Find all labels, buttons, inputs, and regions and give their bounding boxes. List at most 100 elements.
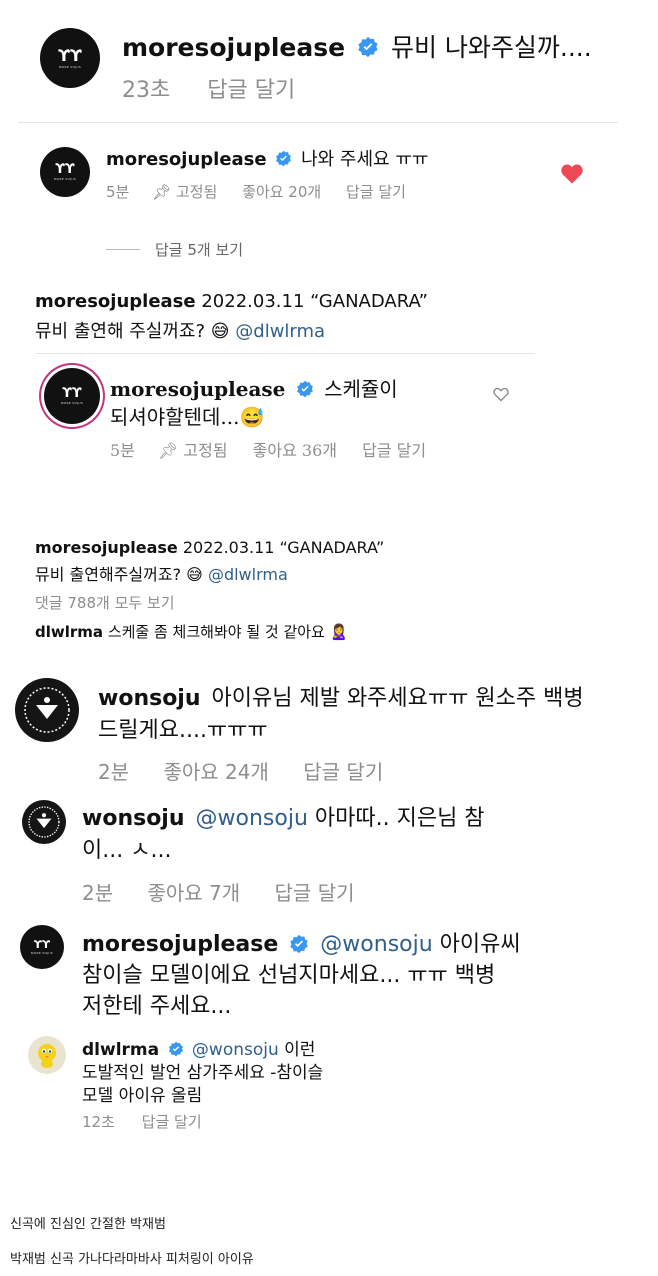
username[interactable]: moresojuplease bbox=[82, 932, 278, 957]
person-emoji: 🙎‍♀️ bbox=[329, 623, 349, 641]
pinned-label: 고정됨 bbox=[183, 441, 228, 460]
timestamp: 23초 bbox=[122, 78, 171, 103]
comment-text-line: 저한테 주세요... bbox=[82, 994, 232, 1019]
avatar-wonsoju[interactable] bbox=[22, 800, 66, 844]
username[interactable]: moresojuplease bbox=[35, 538, 178, 557]
username[interactable]: dlwlrma bbox=[35, 623, 103, 641]
comment-text-line: 이... ㅅ... bbox=[82, 838, 172, 863]
comment-meta: 23초 답글 달기 bbox=[122, 72, 295, 104]
logo-icon: ϒϒ bbox=[55, 162, 75, 177]
timestamp: 5분 bbox=[110, 441, 135, 460]
like-count[interactable]: 좋아요 36개 bbox=[253, 441, 337, 460]
verified-icon bbox=[168, 1041, 183, 1056]
comment-text-line: 참이슬 모델이에요 선넘지마세요... ㅠㅠ 백병 bbox=[82, 963, 496, 988]
mention-link[interactable]: @dlwlrma bbox=[235, 321, 325, 342]
view-all-comments-button[interactable]: 댓글 788개 모두 보기 bbox=[35, 592, 175, 613]
post-header: moresojuplease 2022.03.11 “GANADARA” bbox=[35, 291, 428, 312]
comment-text: 뮤비 나와주실까.... bbox=[390, 33, 592, 62]
post-date: 2022.03.11 “GANADARA” bbox=[182, 538, 385, 557]
avatar-moresojuplease[interactable]: ϒϒ MORE SOJUS bbox=[40, 147, 90, 197]
post-header: moresojuplease 2022.03.11 “GANADARA” bbox=[35, 538, 384, 557]
reply-button[interactable]: 답글 달기 bbox=[303, 760, 383, 784]
view-replies-button[interactable]: 답글 5개 보기 bbox=[155, 239, 243, 260]
comment-text: 아이유씨 bbox=[439, 932, 521, 957]
username[interactable]: moresojuplease bbox=[106, 149, 267, 170]
comment-meta: 2분 좋아요 24개 답글 달기 bbox=[98, 756, 383, 785]
comment-row: moresojuplease @wonsoju 아이유씨 bbox=[82, 926, 521, 958]
avatar-caption: MORE SOJUS bbox=[53, 177, 77, 181]
avatar-caption: MORE SOJUS bbox=[58, 64, 82, 69]
reply-button[interactable]: 답글 달기 bbox=[275, 881, 355, 905]
verified-icon bbox=[276, 150, 292, 167]
reply-row: dlwlrma 스케줄 좀 체크해봐야 될 것 같아요 🙎‍♀️ bbox=[35, 621, 348, 642]
pin-icon: 📌︎ bbox=[152, 183, 172, 201]
comment-text: 나와 주세요 ㅠㅠ bbox=[301, 149, 429, 170]
grinning-sweat-emoji: 😅 bbox=[210, 321, 230, 342]
replies-line bbox=[106, 249, 140, 250]
avatar-moresojuplease[interactable]: ϒϒ MORE SOJUS bbox=[44, 368, 100, 424]
avatar-wonsoju[interactable] bbox=[15, 678, 79, 742]
mention-link[interactable]: @wonsoju bbox=[196, 806, 308, 831]
timestamp: 2분 bbox=[98, 760, 130, 784]
timestamp: 12초 bbox=[82, 1113, 115, 1131]
comment-text: 아이유님 제발 와주세요ㅠㅠ 원소주 백병 bbox=[211, 686, 584, 711]
comment-text-line: 드릴게요....ㅠㅠㅠ bbox=[98, 718, 268, 743]
verified-icon bbox=[296, 380, 313, 398]
comment-text-line: 되셔야할텐데...😅 bbox=[110, 401, 264, 430]
verified-icon bbox=[358, 36, 378, 58]
mention-link[interactable]: @wonsoju bbox=[320, 932, 432, 957]
username[interactable]: moresojuplease bbox=[110, 377, 285, 401]
post-date: 2022.03.11 “GANADARA” bbox=[201, 291, 428, 312]
heart-outline-icon[interactable] bbox=[493, 387, 509, 402]
timestamp: 5분 bbox=[106, 183, 130, 201]
comment-text: 스케쥴이 bbox=[324, 377, 398, 401]
comment-text: 스케줄 좀 체크해봐야 될 것 같아요 bbox=[107, 623, 325, 641]
logo-icon: ϒϒ bbox=[62, 386, 82, 401]
divider bbox=[35, 353, 535, 354]
article-caption: 신곡에 진심인 간절한 박재범 bbox=[10, 1217, 166, 1232]
grinning-sweat-emoji: 😅 bbox=[239, 405, 265, 429]
username[interactable]: moresojuplease bbox=[35, 291, 196, 312]
reply-button[interactable]: 답글 달기 bbox=[346, 183, 406, 201]
username[interactable]: moresojuplease bbox=[122, 33, 345, 62]
timestamp: 2분 bbox=[82, 881, 114, 905]
post-caption: 뮤비 출연해 주실꺼죠? 😅 @dlwlrma bbox=[35, 317, 325, 343]
logo-icon: ϒϒ bbox=[58, 45, 82, 65]
reply-button[interactable]: 답글 달기 bbox=[142, 1113, 202, 1131]
comment-row: wonsoju 아이유님 제발 와주세요ㅠㅠ 원소주 백병 bbox=[98, 680, 584, 712]
like-count[interactable]: 좋아요 20개 bbox=[242, 183, 321, 201]
avatar-dlwlrma[interactable] bbox=[28, 1036, 66, 1074]
like-count[interactable]: 좋아요 7개 bbox=[147, 881, 240, 905]
comment-text-line: 도발적인 발언 삼가주세요 -참이슬 bbox=[82, 1063, 324, 1083]
caption-text: 뮤비 출연해주실꺼죠? bbox=[35, 565, 182, 584]
article-caption: 박재범 신곡 가나다라마바사 피처링이 아이유 bbox=[10, 1252, 254, 1267]
caption-text: 뮤비 출연해 주실꺼죠? bbox=[35, 321, 206, 342]
comment-meta: 5분 📌︎ 고정됨 좋아요 36개 답글 달기 bbox=[110, 437, 426, 461]
username[interactable]: wonsoju bbox=[98, 686, 201, 711]
avatar-caption: MORE SOJUS bbox=[60, 401, 84, 405]
post-caption: 뮤비 출연해주실꺼죠? 😅 @dlwlrma bbox=[35, 561, 288, 585]
like-count[interactable]: 좋아요 24개 bbox=[163, 760, 268, 784]
comment-row: wonsoju @wonsoju 아마따.. 지은님 참 bbox=[82, 800, 485, 832]
avatar-caption: MORE SOJUS bbox=[30, 951, 54, 955]
avatar-moresojuplease[interactable]: ϒϒ MORE SOJUS bbox=[40, 28, 100, 88]
comment-row: dlwlrma @wonsoju 이런 bbox=[82, 1035, 315, 1060]
comment-text: 이런 bbox=[284, 1040, 316, 1060]
logo-icon: ϒϒ bbox=[33, 938, 51, 951]
pinned-label: 고정됨 bbox=[175, 183, 218, 201]
reply-button[interactable]: 답글 달기 bbox=[362, 441, 426, 460]
mention-link[interactable]: @wonsoju bbox=[192, 1040, 279, 1060]
username[interactable]: dlwlrma bbox=[82, 1040, 159, 1060]
comment-text: 되셔야할텐데... bbox=[110, 405, 240, 429]
mention-link[interactable]: @dlwlrma bbox=[208, 565, 288, 584]
comment-row: moresojuplease 스케쥴이 bbox=[110, 373, 398, 402]
tweety-icon bbox=[38, 1044, 56, 1068]
comment-meta: 5분 📌︎ 고정됨 좋아요 20개 답글 달기 bbox=[106, 181, 406, 202]
reply-button[interactable]: 답글 달기 bbox=[207, 78, 295, 103]
comment-text: 아마따.. 지은님 참 bbox=[314, 806, 485, 831]
username[interactable]: wonsoju bbox=[82, 806, 185, 831]
comment-row: moresojuplease 나와 주세요 ㅠㅠ bbox=[106, 145, 428, 171]
wonsoju-logo-icon bbox=[28, 806, 60, 838]
avatar-moresojuplease[interactable]: ϒϒ MORE SOJUS bbox=[20, 925, 64, 969]
heart-filled-icon[interactable] bbox=[561, 164, 583, 184]
